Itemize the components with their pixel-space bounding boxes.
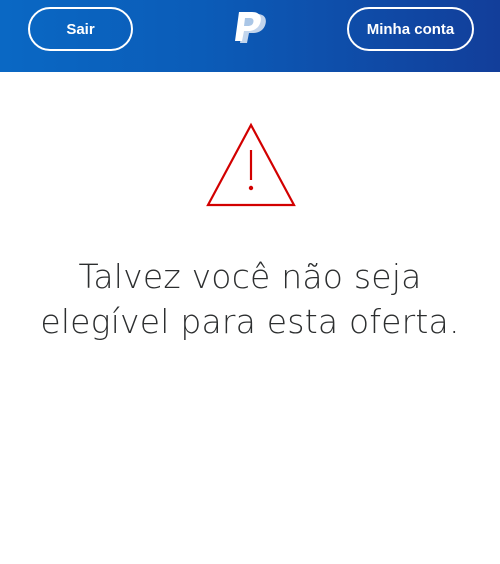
ineligible-message: Talvez você não seja elegível para esta …	[40, 257, 460, 341]
paypal-logo-icon	[235, 12, 266, 43]
warning-triangle-icon	[206, 122, 296, 207]
my-account-button[interactable]: Minha conta	[347, 7, 474, 51]
top-bar: Sair Minha conta	[0, 0, 500, 72]
main-content: Talvez você não seja elegível para esta …	[0, 72, 500, 564]
logout-button-label: Sair	[66, 20, 95, 38]
my-account-button-label: Minha conta	[366, 20, 455, 38]
logout-button[interactable]: Sair	[28, 7, 133, 51]
